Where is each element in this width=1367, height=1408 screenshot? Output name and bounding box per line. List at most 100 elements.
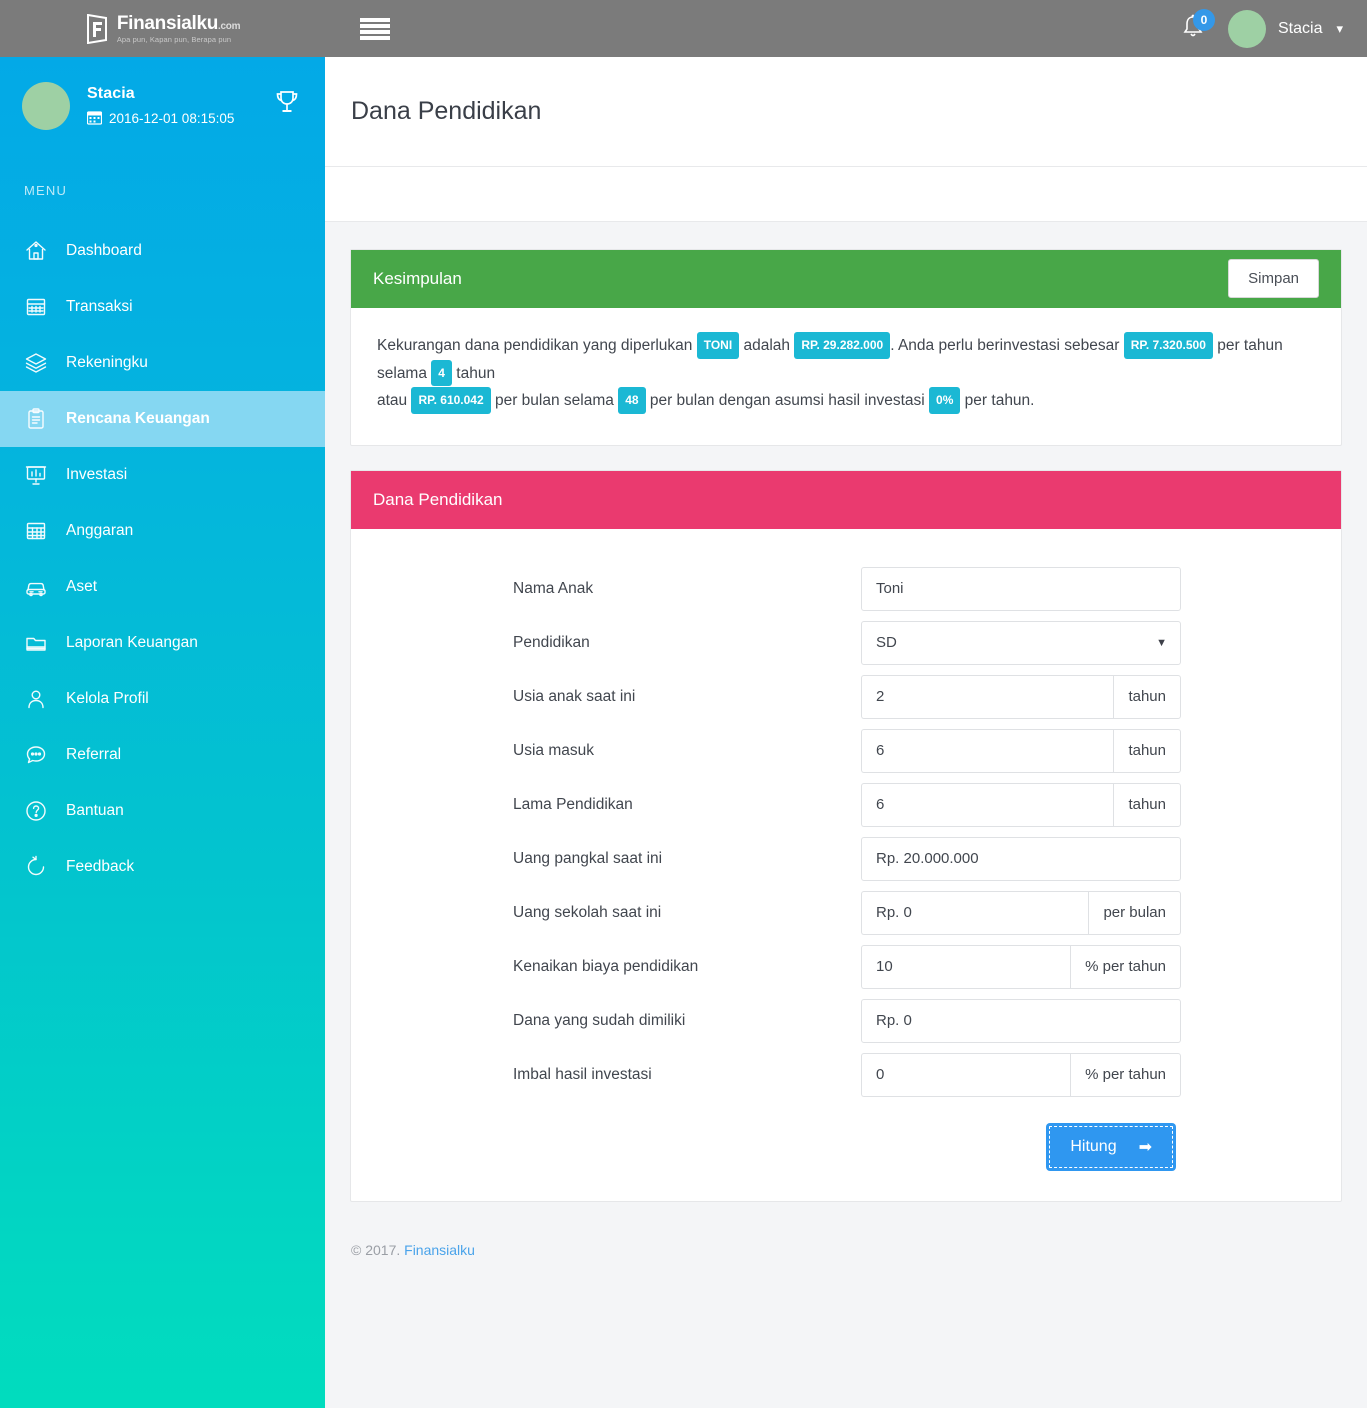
form-row: Uang sekolah saat ini Rp. 0 per bulan bbox=[351, 890, 1341, 935]
form-card-title: Dana Pendidikan bbox=[373, 489, 503, 509]
sidebar-user-panel: Stacia 2016-12-01 08:15:05 bbox=[0, 57, 325, 130]
sidebar-item-label: Rekeningku bbox=[66, 354, 148, 371]
summary-card-body: Kekurangan dana pendidikan yang diperluk… bbox=[351, 308, 1341, 445]
sidebar-item-label: Anggaran bbox=[66, 522, 134, 539]
user-menu-label: Stacia bbox=[1278, 19, 1323, 37]
clipboard-icon bbox=[24, 407, 54, 431]
sidebar-item-label: Feedback bbox=[66, 858, 135, 875]
folder-icon bbox=[24, 631, 54, 655]
sidebar-item-feedback[interactable]: Feedback bbox=[0, 839, 325, 895]
form-field-input[interactable]: 6 bbox=[861, 782, 1114, 827]
form-field-label: Nama Anak bbox=[513, 579, 594, 597]
form-field-unit: % per tahun bbox=[1070, 944, 1181, 989]
summary-tag-years: 4 bbox=[431, 359, 452, 387]
sidebar: Stacia 2016-12-01 08:15:05 MENU Dashboar… bbox=[0, 57, 325, 1408]
form-field-input[interactable]: 10 bbox=[861, 944, 1071, 989]
sidebar-item-label: Referral bbox=[66, 746, 122, 763]
education-level-select[interactable]: SD ▼ bbox=[861, 620, 1181, 665]
summary-text-5: tahun bbox=[451, 364, 496, 382]
layers-icon bbox=[24, 351, 54, 375]
form-field-control: 10% per tahun bbox=[861, 944, 1181, 989]
summary-tag-child-name: TONI bbox=[696, 332, 740, 359]
sidebar-item-rekeningku[interactable]: Rekeningku bbox=[0, 335, 325, 391]
form-field-control: 6 tahun bbox=[861, 728, 1181, 773]
sidebar-item-label: Dashboard bbox=[66, 242, 142, 259]
sidebar-item-aset[interactable]: Aset bbox=[0, 559, 325, 615]
form-field-input[interactable]: 6 bbox=[861, 728, 1114, 773]
form-field-input[interactable]: Rp. 0 bbox=[861, 890, 1089, 935]
sidebar-item-label: Kelola Profil bbox=[66, 690, 149, 707]
home-icon bbox=[24, 239, 54, 263]
form-fields-container: Nama Anak Toni Pendidikan SD ▼ Usia anak saat… bbox=[351, 529, 1341, 1201]
form-field-input[interactable]: Rp. 0 bbox=[861, 998, 1181, 1043]
form-field-control: 6 tahun bbox=[861, 782, 1181, 827]
notification-count-badge: 0 bbox=[1193, 8, 1215, 31]
trophy-icon[interactable] bbox=[273, 89, 301, 122]
form-field-control: Toni bbox=[861, 566, 1181, 611]
sidebar-item-label: Investasi bbox=[66, 466, 128, 483]
form-field-label: Usia anak saat ini bbox=[513, 687, 636, 705]
app-logo[interactable]: Finansialku.com Apa pun, Kapan pun, Bera… bbox=[85, 13, 240, 44]
form-field-control: 0% per tahun bbox=[861, 1052, 1181, 1097]
form-field-control: Rp. 0 per bulan bbox=[861, 890, 1181, 935]
sidebar-item-investasi[interactable]: Investasi bbox=[0, 447, 325, 503]
form-field-label: Kenaikan biaya pendidikan bbox=[513, 957, 699, 975]
grid-icon bbox=[24, 519, 54, 543]
form-row: Nama Anak Toni bbox=[351, 566, 1341, 611]
user-menu[interactable]: Stacia ▾ bbox=[1228, 9, 1343, 48]
sidebar-item-anggaran[interactable]: Anggaran bbox=[0, 503, 325, 559]
form-field-label: Uang sekolah saat ini bbox=[513, 903, 662, 921]
summary-tag-months: 48 bbox=[618, 387, 646, 414]
summary-tag-per-month: RP. 610.042 bbox=[411, 387, 491, 414]
form-field-input[interactable]: 2 bbox=[861, 674, 1114, 719]
panels-container: Kesimpulan Simpan Kekurangan dana pendid… bbox=[325, 222, 1367, 1202]
avatar bbox=[1228, 9, 1266, 48]
summary-tag-per-year: RP. 7.320.500 bbox=[1123, 332, 1213, 359]
summary-text-9: per tahun. bbox=[960, 392, 1035, 410]
hamburger-menu-icon[interactable] bbox=[360, 16, 390, 42]
page-title: Dana Pendidikan bbox=[351, 97, 542, 125]
sidebar-item-referral[interactable]: Referral bbox=[0, 727, 325, 783]
sidebar-item-rencana-keuangan[interactable]: Rencana Keuangan bbox=[0, 391, 325, 447]
sidebar-item-label: Transaksi bbox=[66, 298, 133, 315]
summary-text-7: per bulan selama bbox=[490, 392, 619, 410]
main-content: Dana Pendidikan Kesimpulan Simpan Kekura… bbox=[325, 57, 1367, 1408]
form-field-input[interactable]: Toni bbox=[861, 566, 1181, 611]
sidebar-menu-list: Dashboard Transaksi Rekeningku Rencana Keua… bbox=[0, 223, 325, 895]
notifications-button[interactable]: 0 bbox=[1180, 8, 1215, 45]
save-button[interactable]: Simpan bbox=[1228, 259, 1319, 298]
sidebar-item-kelola-profil[interactable]: Kelola Profil bbox=[0, 671, 325, 727]
question-icon bbox=[24, 799, 54, 823]
sidebar-item-label: Aset bbox=[66, 578, 98, 595]
footer-link[interactable]: Finansialku bbox=[404, 1242, 475, 1258]
calculate-button-label: Hitung bbox=[1070, 1137, 1117, 1155]
form-row: Usia masuk 6 tahun bbox=[351, 728, 1341, 773]
sidebar-item-dashboard[interactable]: Dashboard bbox=[0, 223, 325, 279]
sidebar-item-laporan-keuangan[interactable]: Laporan Keuangan bbox=[0, 615, 325, 671]
form-field-label: Pendidikan bbox=[513, 633, 590, 651]
form-row: Dana yang sudah dimiliki Rp. 0 bbox=[351, 998, 1341, 1043]
form-field-input[interactable]: 0 bbox=[861, 1052, 1071, 1097]
footer: © 2017. Finansialku bbox=[325, 1226, 1367, 1258]
chat-icon bbox=[24, 743, 54, 767]
form-row: Usia anak saat ini 2 tahun bbox=[351, 674, 1341, 719]
top-navbar: Finansialku.com Apa pun, Kapan pun, Bera… bbox=[0, 0, 1367, 57]
footer-copyright: © 2017. bbox=[351, 1241, 401, 1258]
sidebar-item-transaksi[interactable]: Transaksi bbox=[0, 279, 325, 335]
form-field-label: Lama Pendidikan bbox=[513, 795, 633, 813]
form-row: Imbal hasil investasi 0% per tahun bbox=[351, 1052, 1341, 1097]
form-field-unit: tahun bbox=[1113, 782, 1181, 827]
calculate-button[interactable]: Hitung ➡ bbox=[1046, 1122, 1176, 1171]
form-field-input[interactable]: Rp. 20.000.000 bbox=[861, 836, 1181, 881]
sidebar-item-bantuan[interactable]: Bantuan bbox=[0, 783, 325, 839]
topbar-right-zone: 0 Stacia ▾ bbox=[1180, 8, 1367, 48]
sidebar-avatar bbox=[22, 82, 70, 130]
summary-text-6: atau bbox=[377, 392, 412, 410]
logo-tagline: Apa pun, Kapan pun, Berapa pun bbox=[116, 34, 232, 44]
refresh-icon bbox=[24, 855, 54, 879]
form-field-label: Uang pangkal saat ini bbox=[513, 849, 663, 867]
summary-tag-return-rate: 0% bbox=[929, 387, 961, 414]
summary-text-8: per bulan dengan asumsi hasil investasi bbox=[645, 392, 930, 410]
form-field-control: 2 tahun bbox=[861, 674, 1181, 719]
form-row: Pendidikan SD ▼ bbox=[351, 620, 1341, 665]
